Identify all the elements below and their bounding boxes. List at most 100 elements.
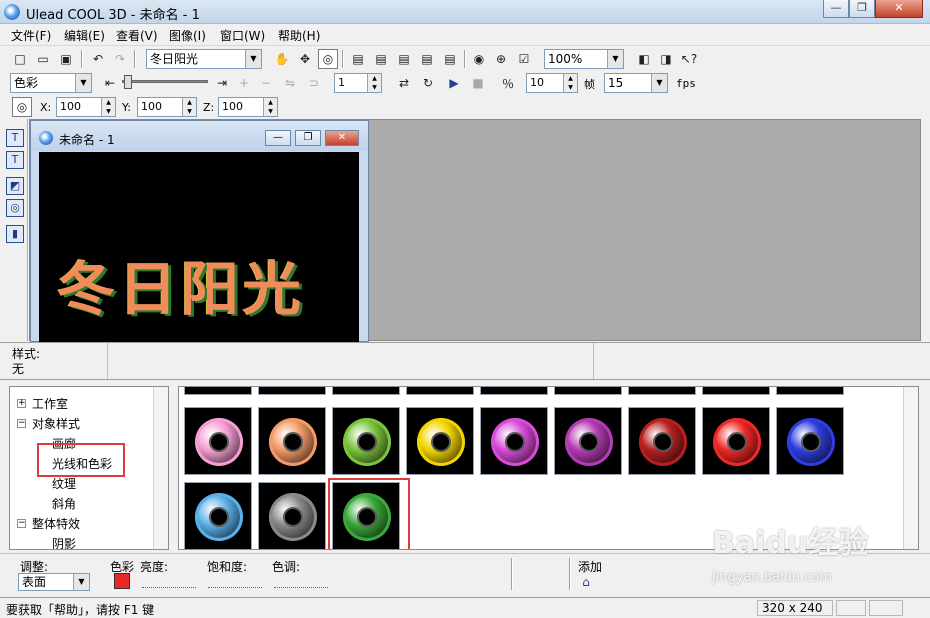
x-input[interactable]: 100 ▲ ▼ bbox=[56, 97, 116, 117]
tree-expander[interactable]: − bbox=[17, 519, 26, 528]
spin-arrows-icon[interactable]: ▲ ▼ bbox=[263, 98, 277, 116]
spin-arrows-icon[interactable]: ▲ ▼ bbox=[182, 98, 196, 116]
help-pointer-icon[interactable]: ↖? bbox=[679, 49, 699, 69]
fps-combo[interactable]: 15 ▼ bbox=[604, 73, 668, 93]
align-icon[interactable]: ▤ bbox=[371, 49, 391, 69]
align-icon[interactable]: ▤ bbox=[417, 49, 437, 69]
style-thumbnail[interactable] bbox=[480, 407, 548, 475]
add-frame-icon[interactable]: + bbox=[234, 73, 254, 93]
timeline-thumb[interactable] bbox=[124, 75, 132, 89]
document-minimize-button[interactable]: — bbox=[265, 130, 291, 146]
open-folder-icon[interactable]: ▭ bbox=[33, 49, 53, 69]
style-thumbnail[interactable] bbox=[554, 387, 622, 395]
gallery-scrollbar[interactable] bbox=[903, 387, 918, 549]
tree-expander[interactable]: − bbox=[17, 419, 26, 428]
render-icon[interactable]: ◧ bbox=[634, 49, 654, 69]
color-swatch[interactable] bbox=[114, 573, 130, 589]
insert-graphic-icon[interactable]: ◩ bbox=[6, 177, 24, 195]
y-input[interactable]: 100 ▲ ▼ bbox=[137, 97, 197, 117]
insert-text-icon[interactable]: T bbox=[6, 129, 24, 147]
document-close-button[interactable]: ✕ bbox=[325, 130, 359, 146]
render-canvas[interactable]: 冬日阳光 bbox=[39, 152, 359, 342]
saturation-slider[interactable] bbox=[208, 578, 262, 588]
tree-expander[interactable]: + bbox=[17, 399, 26, 408]
slider-start-icon[interactable]: ⇤ bbox=[100, 73, 120, 93]
style-thumbnail[interactable] bbox=[258, 482, 326, 549]
canvas-3d-text[interactable]: 冬日阳光 bbox=[57, 242, 305, 326]
style-thumbnail[interactable] bbox=[184, 387, 252, 395]
target-icon[interactable]: ◎ bbox=[318, 49, 338, 69]
align-icon[interactable]: ▤ bbox=[440, 49, 460, 69]
menu-file[interactable]: 文件(F) bbox=[11, 27, 51, 44]
edit-graphic-icon[interactable]: ◎ bbox=[6, 199, 24, 217]
style-thumbnail[interactable] bbox=[702, 387, 770, 395]
document-maximize-button[interactable]: ❐ bbox=[295, 130, 321, 146]
style-thumbnail[interactable] bbox=[258, 387, 326, 395]
menu-image[interactable]: 图像(I) bbox=[169, 27, 206, 44]
loop-icon[interactable]: ⊃ bbox=[304, 73, 324, 93]
hand-icon[interactable]: ✋ bbox=[272, 49, 292, 69]
menu-window[interactable]: 窗口(W) bbox=[220, 27, 265, 44]
z-input[interactable]: 100 ▲ ▼ bbox=[218, 97, 278, 117]
style-thumbnail[interactable] bbox=[184, 407, 252, 475]
tree-item-bevel[interactable]: 斜角 bbox=[52, 495, 76, 512]
hue-slider[interactable] bbox=[274, 578, 328, 588]
rotate-hand-icon[interactable]: ✥ bbox=[295, 49, 315, 69]
close-button[interactable]: ✕ bbox=[875, 0, 923, 18]
tree-item-studio[interactable]: 工作室 bbox=[32, 395, 68, 412]
style-thumbnail[interactable] bbox=[628, 407, 696, 475]
remove-frame-icon[interactable]: − bbox=[256, 73, 276, 93]
maximize-button[interactable]: ❐ bbox=[849, 0, 875, 18]
frame-number-input[interactable]: 1 ▲ ▼ bbox=[334, 73, 382, 93]
stop-icon[interactable]: ■ bbox=[468, 73, 488, 93]
globe-icon[interactable]: ⊕ bbox=[491, 49, 511, 69]
play-icon[interactable]: ▶ bbox=[444, 73, 464, 93]
style-thumbnail[interactable] bbox=[480, 387, 548, 395]
style-thumbnail[interactable] bbox=[184, 482, 252, 549]
menu-edit[interactable]: 编辑(E) bbox=[64, 27, 105, 44]
style-thumbnail[interactable] bbox=[332, 407, 400, 475]
style-thumbnail[interactable] bbox=[332, 387, 400, 395]
style-thumbnail[interactable] bbox=[702, 407, 770, 475]
edit-text-icon[interactable]: T bbox=[6, 151, 24, 169]
menu-help[interactable]: 帮助(H) bbox=[278, 27, 320, 44]
save-icon[interactable]: ▣ bbox=[56, 49, 76, 69]
text-object-combo[interactable]: 冬日阳光 ▼ bbox=[146, 49, 262, 69]
attribute-combo[interactable]: 色彩 ▼ bbox=[10, 73, 92, 93]
align-icon[interactable]: ▤ bbox=[394, 49, 414, 69]
add-to-gallery-icon[interactable]: ⌂ bbox=[578, 574, 594, 590]
position-target-icon[interactable]: ◎ bbox=[12, 97, 32, 117]
style-thumbnail[interactable] bbox=[406, 407, 474, 475]
chart-icon[interactable]: ☑ bbox=[514, 49, 534, 69]
zoom-combo[interactable]: 100% ▼ bbox=[544, 49, 624, 69]
undo-icon[interactable]: ↶ bbox=[88, 49, 108, 69]
spin-arrows-icon[interactable]: ▲ ▼ bbox=[367, 74, 381, 92]
reverse-icon[interactable]: ⇋ bbox=[280, 73, 300, 93]
style-thumbnail[interactable] bbox=[776, 387, 844, 395]
keyframe-icon[interactable]: ％ bbox=[498, 73, 518, 93]
eye-icon[interactable]: ◉ bbox=[469, 49, 489, 69]
style-thumbnail[interactable] bbox=[628, 387, 696, 395]
spin-arrows-icon[interactable]: ▲ ▼ bbox=[101, 98, 115, 116]
refresh-icon[interactable]: ↻ bbox=[418, 73, 438, 93]
surface-combo[interactable]: 表面 ▼ bbox=[18, 573, 90, 591]
tree-item-object-style[interactable]: 对象样式 bbox=[32, 415, 80, 432]
menu-view[interactable]: 查看(V) bbox=[116, 27, 158, 44]
style-thumbnail[interactable] bbox=[258, 407, 326, 475]
style-thumbnail[interactable] bbox=[406, 387, 474, 395]
export-icon[interactable]: ◨ bbox=[656, 49, 676, 69]
tree-item-shadow[interactable]: 阴影 bbox=[52, 535, 76, 549]
align-icon[interactable]: ▤ bbox=[348, 49, 368, 69]
tree-item-global-effects[interactable]: 整体特效 bbox=[32, 515, 80, 532]
brightness-slider[interactable] bbox=[142, 578, 196, 588]
slider-end-icon[interactable]: ⇥ bbox=[212, 73, 232, 93]
style-thumbnail[interactable] bbox=[554, 407, 622, 475]
style-thumbnail[interactable] bbox=[776, 407, 844, 475]
tree-item-texture[interactable]: 纹理 bbox=[52, 475, 76, 492]
new-file-icon[interactable]: □ bbox=[10, 49, 30, 69]
frames-count-input[interactable]: 10 ▲ ▼ bbox=[526, 73, 578, 93]
timeline-slider[interactable] bbox=[122, 80, 208, 83]
repeat-icon[interactable]: ⇄ bbox=[394, 73, 414, 93]
insert-geometry-icon[interactable]: ▮ bbox=[6, 225, 24, 243]
tree-scrollbar[interactable] bbox=[153, 387, 168, 549]
